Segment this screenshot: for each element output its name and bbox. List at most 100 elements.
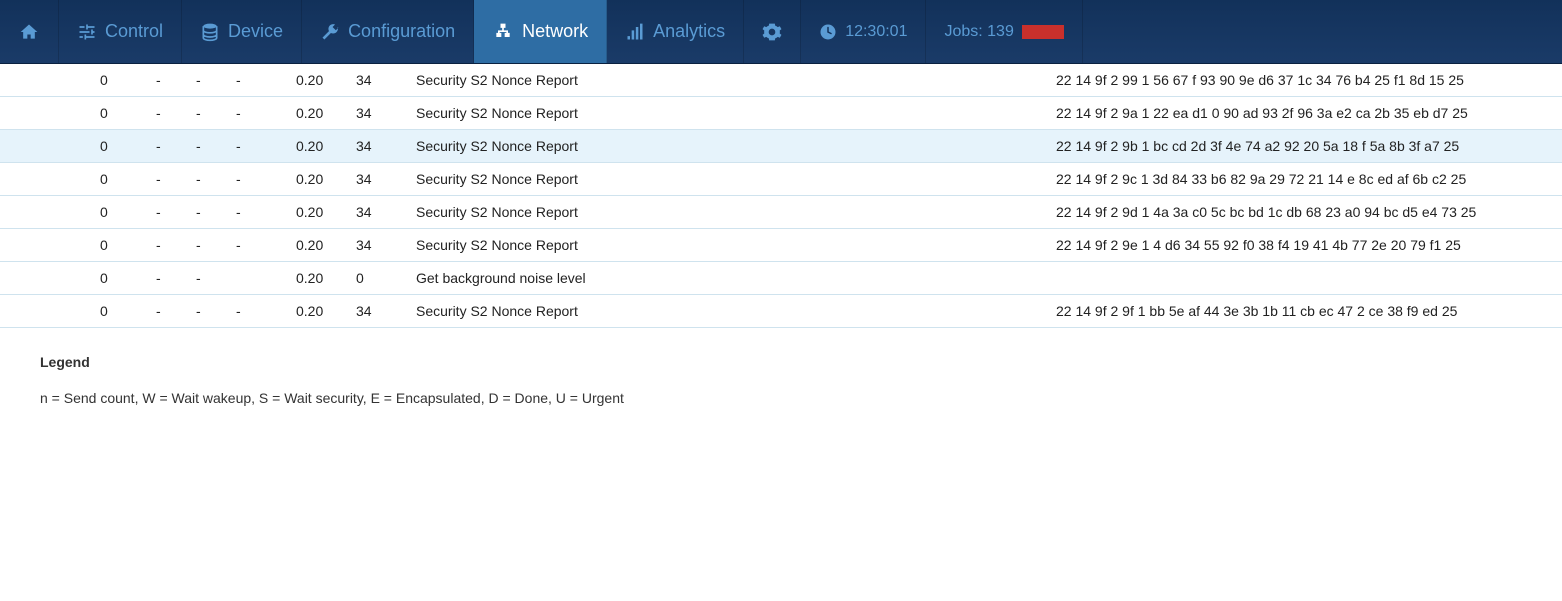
table-cell: -: [190, 196, 230, 229]
table-cell: -: [230, 64, 290, 97]
table-cell: 22 14 9f 2 9f 1 bb 5e af 44 3e 3b 1b 11 …: [1050, 295, 1562, 328]
table-cell: 34: [350, 295, 410, 328]
table-cell: 0.20: [290, 163, 350, 196]
legend-title: Legend: [40, 354, 1522, 370]
nav-settings[interactable]: [744, 0, 801, 63]
gear-icon: [762, 22, 782, 42]
table-row[interactable]: 0---0.2034Security S2 Nonce Report22 14 …: [0, 229, 1562, 262]
table-cell: -: [230, 130, 290, 163]
table-row[interactable]: 0---0.2034Security S2 Nonce Report22 14 …: [0, 163, 1562, 196]
bars-icon: [625, 22, 645, 42]
table-cell: 22 14 9f 2 9a 1 22 ea d1 0 90 ad 93 2f 9…: [1050, 97, 1562, 130]
nav-network[interactable]: Network: [474, 0, 607, 63]
table-cell: 0.20: [290, 262, 350, 295]
sliders-icon: [77, 22, 97, 42]
table-cell: -: [190, 64, 230, 97]
table-cell: 0.20: [290, 229, 350, 262]
table-cell: -: [190, 262, 230, 295]
table-cell: -: [230, 229, 290, 262]
nav-home[interactable]: [0, 0, 59, 63]
table-cell: 0: [50, 262, 150, 295]
table-cell: -: [190, 295, 230, 328]
nav-analytics-label: Analytics: [653, 21, 725, 42]
table-cell: 22 14 9f 2 9d 1 4a 3a c0 5c bc bd 1c db …: [1050, 196, 1562, 229]
table-cell: -: [230, 163, 290, 196]
nav-device[interactable]: Device: [182, 0, 302, 63]
table-cell: 22 14 9f 2 9c 1 3d 84 33 b6 82 9a 29 72 …: [1050, 163, 1562, 196]
table-cell: 0: [50, 196, 150, 229]
nav-jobs[interactable]: Jobs: 139: [926, 0, 1082, 63]
table-cell: -: [150, 229, 190, 262]
jobs-progress-bar: [1022, 25, 1064, 39]
table-cell: -: [230, 196, 290, 229]
table-cell: 0: [50, 295, 150, 328]
table-cell: 22 14 9f 2 9e 1 4 d6 34 55 92 f0 38 f4 1…: [1050, 229, 1562, 262]
table-row[interactable]: 0--0.200Get background noise level: [0, 262, 1562, 295]
jobs-label: Jobs: 139: [944, 23, 1013, 41]
table-cell: 22 14 9f 2 99 1 56 67 f 93 90 9e d6 37 1…: [1050, 64, 1562, 97]
network-icon: [492, 22, 514, 42]
table-cell: [0, 262, 50, 295]
table-cell: [230, 262, 290, 295]
nav-clock: 12:30:01: [801, 0, 926, 63]
table-cell: -: [230, 97, 290, 130]
nav-configuration-label: Configuration: [348, 21, 455, 42]
nav-network-label: Network: [522, 21, 588, 42]
nav-control-label: Control: [105, 21, 163, 42]
table-row[interactable]: 0---0.2034Security S2 Nonce Report22 14 …: [0, 295, 1562, 328]
table-cell: 0: [50, 163, 150, 196]
table-cell: -: [190, 97, 230, 130]
table-cell: 34: [350, 130, 410, 163]
table-cell: [0, 130, 50, 163]
table-row[interactable]: 0---0.2034Security S2 Nonce Report22 14 …: [0, 196, 1562, 229]
nav-analytics[interactable]: Analytics: [607, 0, 744, 63]
database-icon: [200, 22, 220, 42]
content-area: 0---0.2034Security S2 Nonce Report22 14 …: [0, 64, 1562, 456]
wrench-icon: [320, 22, 340, 42]
table-cell: Get background noise level: [410, 262, 1050, 295]
navbar: Control Device Configuration Network Ana…: [0, 0, 1562, 64]
table-cell: 0: [50, 64, 150, 97]
table-cell: [0, 97, 50, 130]
table-cell: -: [150, 262, 190, 295]
table-cell: -: [190, 130, 230, 163]
table-cell: -: [150, 130, 190, 163]
table-cell: 0: [50, 229, 150, 262]
nav-device-label: Device: [228, 21, 283, 42]
table-cell: 22 14 9f 2 9b 1 bc cd 2d 3f 4e 74 a2 92 …: [1050, 130, 1562, 163]
legend-text: n = Send count, W = Wait wakeup, S = Wai…: [40, 390, 1522, 406]
table-row[interactable]: 0---0.2034Security S2 Nonce Report22 14 …: [0, 97, 1562, 130]
clock-time: 12:30:01: [845, 23, 907, 41]
table-cell: Security S2 Nonce Report: [410, 97, 1050, 130]
table-cell: 34: [350, 229, 410, 262]
nav-configuration[interactable]: Configuration: [302, 0, 474, 63]
table-cell: Security S2 Nonce Report: [410, 130, 1050, 163]
nav-control[interactable]: Control: [59, 0, 182, 63]
table-cell: Security S2 Nonce Report: [410, 196, 1050, 229]
table-cell: 34: [350, 97, 410, 130]
table-cell: [1050, 262, 1562, 295]
table-cell: 34: [350, 163, 410, 196]
table-cell: -: [150, 196, 190, 229]
table-row[interactable]: 0---0.2034Security S2 Nonce Report22 14 …: [0, 64, 1562, 97]
table-cell: [0, 163, 50, 196]
table-cell: [0, 295, 50, 328]
table-cell: -: [150, 64, 190, 97]
clock-icon: [819, 23, 837, 41]
table-cell: [0, 229, 50, 262]
table-row[interactable]: 0---0.2034Security S2 Nonce Report22 14 …: [0, 130, 1562, 163]
table-cell: 0: [50, 130, 150, 163]
table-cell: -: [230, 295, 290, 328]
table-cell: [0, 64, 50, 97]
table-cell: -: [150, 163, 190, 196]
home-icon: [18, 22, 40, 42]
table-cell: -: [190, 163, 230, 196]
table-cell: 0: [50, 97, 150, 130]
table-cell: 0.20: [290, 64, 350, 97]
table-cell: 0: [350, 262, 410, 295]
legend-section: Legend n = Send count, W = Wait wakeup, …: [0, 328, 1562, 416]
table-cell: 0.20: [290, 196, 350, 229]
table-cell: 34: [350, 196, 410, 229]
table-cell: 0.20: [290, 295, 350, 328]
table-cell: Security S2 Nonce Report: [410, 163, 1050, 196]
